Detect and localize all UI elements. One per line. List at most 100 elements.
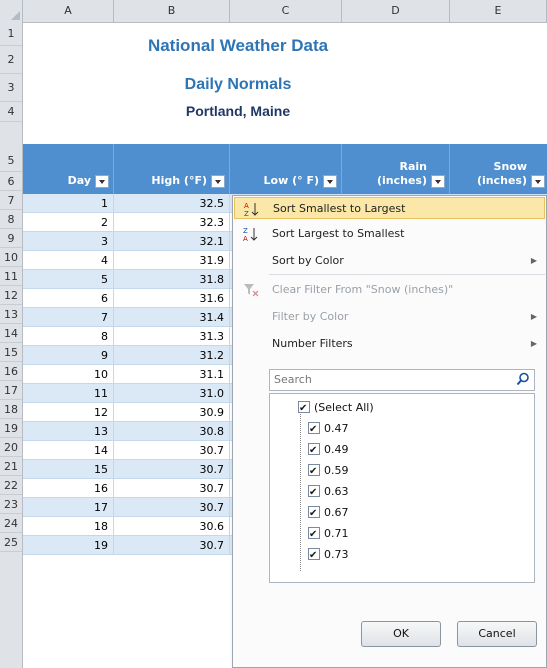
cell-high[interactable]: 30.7 (114, 498, 230, 517)
checkbox[interactable] (308, 504, 320, 523)
checkbox[interactable] (298, 399, 310, 418)
row-header[interactable]: 4 (0, 102, 22, 122)
row-header[interactable]: 1 (0, 22, 22, 46)
row-header[interactable]: 19 (0, 419, 22, 438)
cell-day[interactable]: 12 (23, 403, 114, 422)
filter-search-input[interactable]: Search (269, 369, 535, 391)
menu-number-filters[interactable]: Number Filters ▶ (234, 333, 545, 355)
cell-day[interactable]: 11 (23, 384, 114, 403)
column-header-d[interactable]: D (342, 0, 450, 22)
row-header[interactable]: 15 (0, 343, 22, 362)
cell-day[interactable]: 9 (23, 346, 114, 365)
cell-day[interactable]: 5 (23, 270, 114, 289)
svg-text:A: A (244, 202, 249, 210)
checkbox[interactable] (308, 462, 320, 481)
cell-day[interactable]: 2 (23, 213, 114, 232)
cell-day[interactable]: 15 (23, 460, 114, 479)
cell-high[interactable]: 32.3 (114, 213, 230, 232)
row-header[interactable]: 21 (0, 457, 22, 476)
header-high: High (°F) (114, 144, 230, 194)
cell-high[interactable]: 32.1 (114, 232, 230, 251)
cell-high[interactable]: 30.8 (114, 422, 230, 441)
row-header[interactable]: 6 (0, 172, 22, 191)
row-header[interactable]: 25 (0, 533, 22, 552)
cell-day[interactable]: 17 (23, 498, 114, 517)
row-header[interactable]: 20 (0, 438, 22, 457)
row-header[interactable]: 10 (0, 248, 22, 267)
column-header-c[interactable]: C (230, 0, 342, 22)
row-header[interactable]: 23 (0, 495, 22, 514)
row-header[interactable]: 8 (0, 210, 22, 229)
menu-filter-by-color[interactable]: Filter by Color ▶ (234, 306, 545, 328)
select-all-corner[interactable] (0, 0, 23, 22)
cancel-button[interactable]: Cancel (457, 621, 537, 647)
checkbox[interactable] (308, 420, 320, 439)
ok-button[interactable]: OK (361, 621, 441, 647)
cell-high[interactable]: 30.7 (114, 536, 230, 555)
checkbox[interactable] (308, 483, 320, 502)
cell-high[interactable]: 31.9 (114, 251, 230, 270)
header-low: Low (° F) (230, 144, 342, 194)
cell-high[interactable]: 31.3 (114, 327, 230, 346)
cell-high[interactable]: 31.1 (114, 365, 230, 384)
column-header-b[interactable]: B (114, 0, 230, 22)
cell-day[interactable]: 7 (23, 308, 114, 327)
svg-text:Z: Z (244, 210, 249, 218)
row-header[interactable]: 3 (0, 74, 22, 102)
cell-day[interactable]: 8 (23, 327, 114, 346)
row-header[interactable]: 14 (0, 324, 22, 343)
checkbox[interactable] (308, 441, 320, 460)
cell-day[interactable]: 16 (23, 479, 114, 498)
row-header[interactable]: 22 (0, 476, 22, 495)
cell-high[interactable]: 31.4 (114, 308, 230, 327)
cell-day[interactable]: 1 (23, 194, 114, 213)
cell-day[interactable]: 4 (23, 251, 114, 270)
cell-high[interactable]: 30.6 (114, 517, 230, 536)
cell-day[interactable]: 10 (23, 365, 114, 384)
cell-high[interactable]: 30.9 (114, 403, 230, 422)
menu-sort-descending[interactable]: ZA Sort Largest to Smallest (234, 223, 545, 245)
menu-clear-filter[interactable]: Clear Filter From "Snow (inches)" (234, 279, 545, 301)
row-header[interactable]: 2 (0, 46, 22, 74)
filter-values-list[interactable]: (Select All) 0.47 0.49 0.59 0.63 0.67 0.71 0.73 (269, 393, 535, 583)
row-header[interactable]: 16 (0, 362, 22, 381)
row-header-bar: 1 2 3 4 5 6 7 8 9 10 11 12 13 14 15 16 17 18 19 20 21 22… (0, 22, 23, 668)
cell-day[interactable]: 14 (23, 441, 114, 460)
row-header[interactable]: 12 (0, 286, 22, 305)
checkbox[interactable] (308, 525, 320, 544)
row-header[interactable]: 9 (0, 229, 22, 248)
column-header-a[interactable]: A (23, 0, 114, 22)
filter-dropdown-day[interactable] (95, 175, 109, 188)
cell-high[interactable]: 31.8 (114, 270, 230, 289)
cell-day[interactable]: 18 (23, 517, 114, 536)
cell-day[interactable]: 3 (23, 232, 114, 251)
filter-dropdown-high[interactable] (211, 175, 225, 188)
cell-day[interactable]: 13 (23, 422, 114, 441)
filter-value-label: 0.63 (324, 485, 349, 498)
row-header[interactable]: 11 (0, 267, 22, 286)
cell-day[interactable]: 6 (23, 289, 114, 308)
cell-day[interactable]: 19 (23, 536, 114, 555)
checkbox[interactable] (308, 546, 320, 565)
cell-high[interactable]: 32.5 (114, 194, 230, 213)
row-header[interactable]: 7 (0, 191, 22, 210)
row-header[interactable]: 17 (0, 381, 22, 400)
cell-high[interactable]: 30.7 (114, 460, 230, 479)
cell-high[interactable]: 30.7 (114, 479, 230, 498)
row-header[interactable]: 24 (0, 514, 22, 533)
filter-dropdown-low[interactable] (323, 175, 337, 188)
column-header-e[interactable]: E (450, 0, 547, 22)
row-header[interactable]: 13 (0, 305, 22, 324)
filter-dropdown-rain[interactable] (431, 175, 445, 188)
cell-high[interactable]: 31.6 (114, 289, 230, 308)
menu-sort-ascending[interactable]: AZ Sort Smallest to Largest (234, 197, 545, 219)
filter-dropdown-snow[interactable] (531, 175, 545, 188)
cell-high[interactable]: 31.0 (114, 384, 230, 403)
spreadsheet: A B C D E 1 2 3 4 5 6 7 8 9 10 11 12 13 14 15 16 17… (0, 0, 547, 668)
filter-value-label: 0.73 (324, 548, 349, 561)
row-header[interactable]: 5 (0, 122, 22, 172)
cell-high[interactable]: 31.2 (114, 346, 230, 365)
cell-high[interactable]: 30.7 (114, 441, 230, 460)
row-header[interactable]: 18 (0, 400, 22, 419)
menu-sort-by-color[interactable]: Sort by Color ▶ (234, 250, 545, 272)
